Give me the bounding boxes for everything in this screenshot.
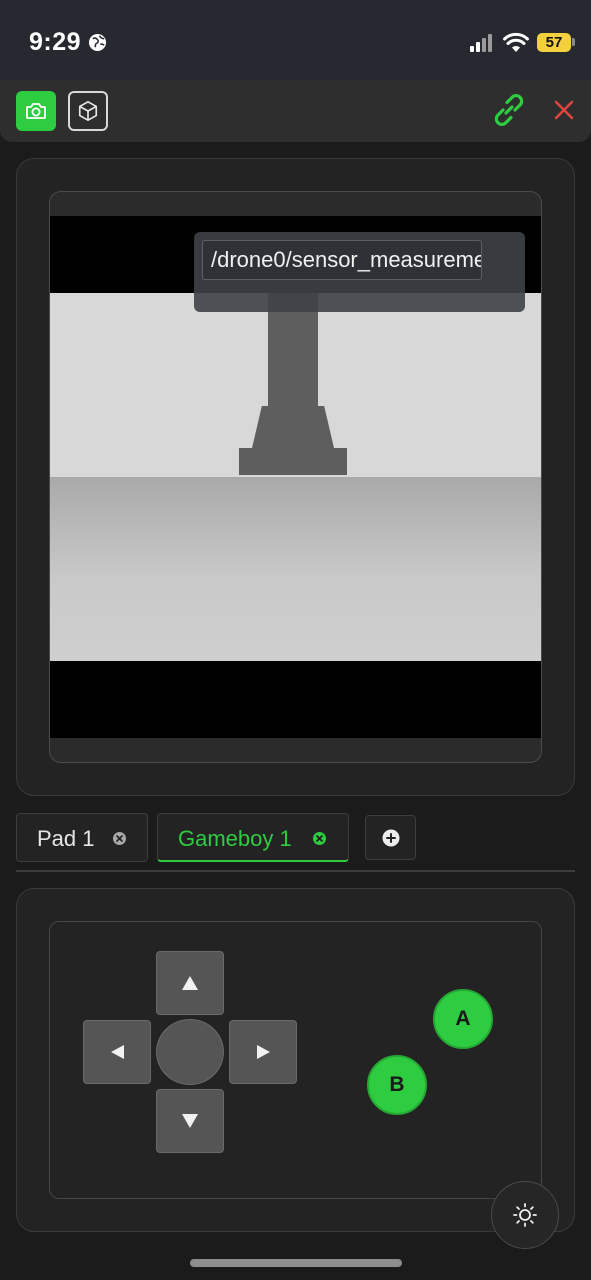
button-a[interactable]: A xyxy=(433,989,493,1049)
scene-floor xyxy=(50,477,541,661)
cube-icon xyxy=(78,101,98,121)
theme-toggle-button[interactable] xyxy=(491,1181,559,1249)
battery-indicator: 57 xyxy=(537,33,571,52)
tower-base xyxy=(239,448,347,475)
home-indicator[interactable] xyxy=(190,1259,402,1267)
dpad-down-button[interactable] xyxy=(156,1089,224,1153)
tab-gameboy-1[interactable]: Gameboy 1 xyxy=(157,813,349,862)
dpad-up-button[interactable] xyxy=(156,951,224,1015)
button-b[interactable]: B xyxy=(367,1055,427,1115)
globe-icon xyxy=(88,33,107,52)
tab-label: Pad 1 xyxy=(37,826,95,851)
3d-view-button[interactable] xyxy=(68,91,108,131)
close-icon[interactable] xyxy=(552,98,576,122)
tabs-divider xyxy=(16,870,575,872)
cellular-signal-icon xyxy=(470,34,492,52)
camera-view-button[interactable] xyxy=(16,91,56,131)
dpad-right-button[interactable] xyxy=(229,1020,297,1084)
camera-icon xyxy=(26,103,46,119)
sun-icon xyxy=(513,1203,537,1227)
status-time: 9:29 xyxy=(29,28,82,56)
wifi-icon xyxy=(503,32,529,52)
add-tab-button[interactable] xyxy=(365,815,416,860)
tab-label: Gameboy 1 xyxy=(178,826,292,851)
arrow-up-icon xyxy=(182,976,198,990)
battery-tip xyxy=(572,38,575,46)
dpad-center xyxy=(156,1019,224,1085)
dpad-left-button[interactable] xyxy=(83,1020,151,1084)
tab-close-icon[interactable] xyxy=(113,832,126,845)
arrow-right-icon xyxy=(256,1045,270,1059)
plus-circle-icon xyxy=(382,829,400,847)
tower-middle xyxy=(252,406,334,448)
arrow-down-icon xyxy=(182,1114,198,1128)
topic-input[interactable] xyxy=(202,240,482,280)
link-icon[interactable] xyxy=(490,91,528,129)
tab-close-icon[interactable] xyxy=(313,832,326,845)
tab-pad-1[interactable]: Pad 1 xyxy=(16,813,148,862)
status-bar: 9:29 57 xyxy=(0,0,591,80)
arrow-left-icon xyxy=(110,1045,124,1059)
